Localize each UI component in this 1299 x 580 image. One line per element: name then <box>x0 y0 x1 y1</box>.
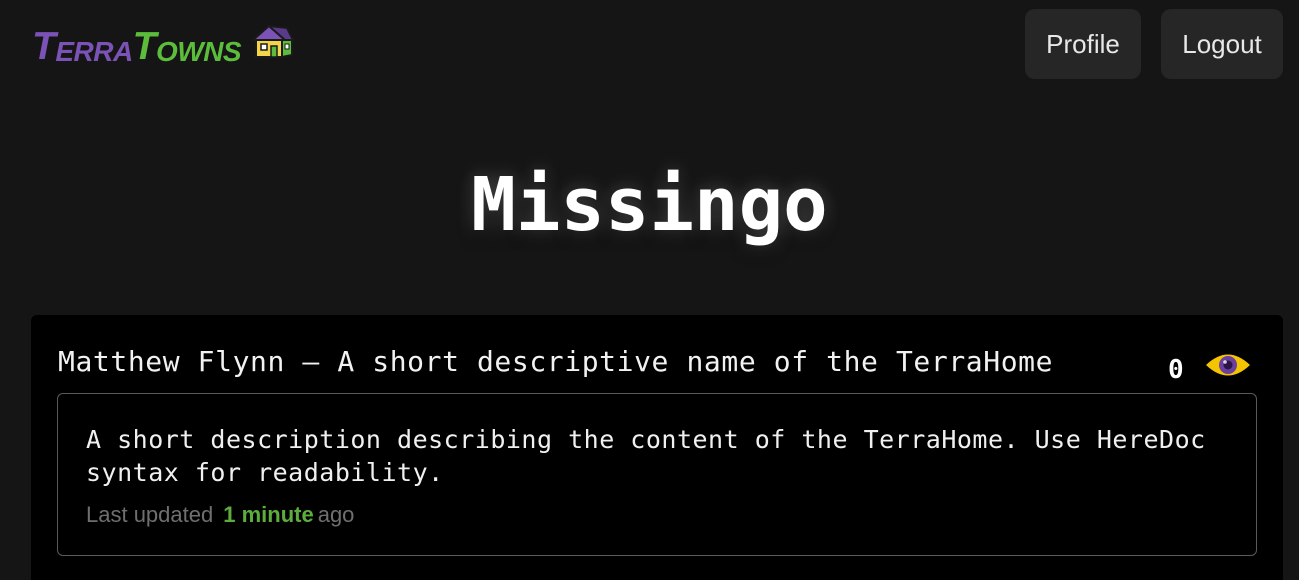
page-title: Missingo <box>471 162 828 248</box>
logout-button[interactable]: Logout <box>1161 9 1283 79</box>
terrahome-description: A short description describing the conte… <box>86 425 1206 487</box>
terrahome-card[interactable]: Matthew Flynn — A short descriptive name… <box>31 315 1283 580</box>
logo-terra-rest: ERRA <box>55 36 133 67</box>
visit-count: 0 <box>1168 355 1184 385</box>
last-updated: Last updated 1 minute ago <box>86 502 354 528</box>
logo-towns-initial: T <box>132 25 157 68</box>
visit-counter: 0 <box>1168 349 1252 385</box>
logo-terra-initial: T <box>32 25 56 68</box>
updated-time: 1 minute <box>223 502 314 527</box>
eye-icon[interactable] <box>1204 350 1252 385</box>
terratowns-logo[interactable]: T ERRA T OWNS <box>32 24 295 66</box>
terrahome-heading[interactable]: Matthew Flynn — A short descriptive name… <box>58 345 1053 379</box>
logo-towns-rest: OWNS <box>156 36 242 67</box>
house-icon <box>247 22 295 64</box>
updated-suffix: ago <box>317 502 355 527</box>
profile-button[interactable]: Profile <box>1025 9 1141 79</box>
updated-prefix: Last updated <box>86 502 214 527</box>
description-box: A short description describing the conte… <box>57 393 1257 556</box>
